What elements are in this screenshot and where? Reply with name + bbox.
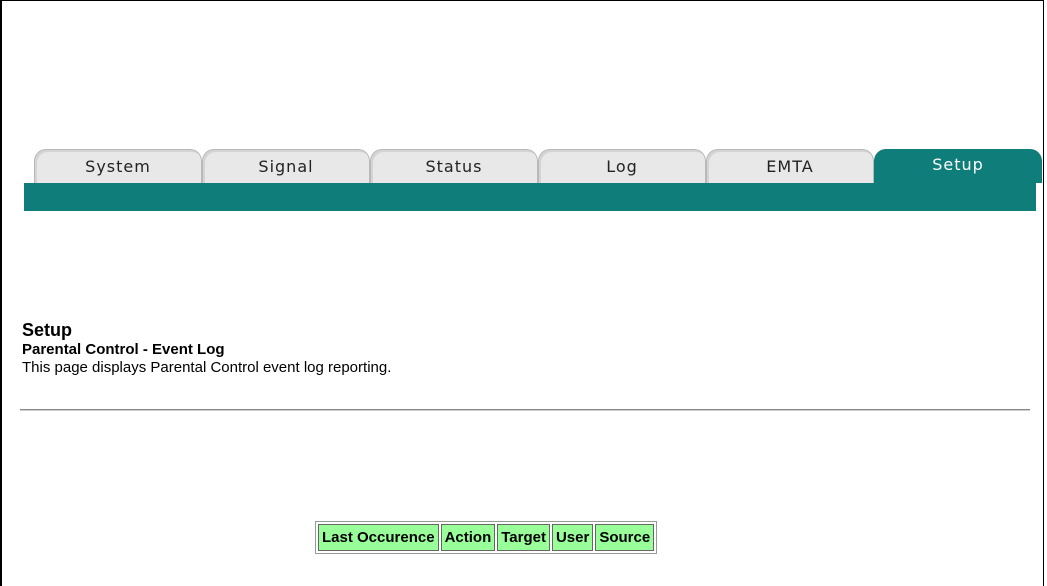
event-log-table: Last Occurence Action Target User Source <box>315 521 658 554</box>
tab-setup[interactable]: Setup <box>874 149 1042 183</box>
page-content: Setup Parental Control - Event Log This … <box>22 319 1032 377</box>
column-source: Source <box>595 524 655 551</box>
tab-signal[interactable]: Signal <box>202 149 370 183</box>
nav-underline-bar <box>24 183 1036 211</box>
tab-emta[interactable]: EMTA <box>706 149 874 183</box>
browser-page: System Signal Status Log EMTA Setup Setu… <box>0 0 1044 586</box>
tab-system[interactable]: System <box>34 149 202 183</box>
column-target: Target <box>497 524 550 551</box>
page-title: Setup <box>22 320 73 340</box>
page-description: This page displays Parental Control even… <box>22 359 392 376</box>
horizontal-divider <box>20 409 1030 411</box>
main-nav-tabs: System Signal Status Log EMTA Setup <box>34 149 1042 183</box>
tab-log[interactable]: Log <box>538 149 706 183</box>
table-header-row: Last Occurence Action Target User Source <box>318 524 655 551</box>
tab-status[interactable]: Status <box>370 149 538 183</box>
column-last-occurence: Last Occurence <box>318 524 439 551</box>
section-title: Parental Control - Event Log <box>22 341 225 358</box>
column-action: Action <box>440 524 496 551</box>
column-user: User <box>551 524 594 551</box>
